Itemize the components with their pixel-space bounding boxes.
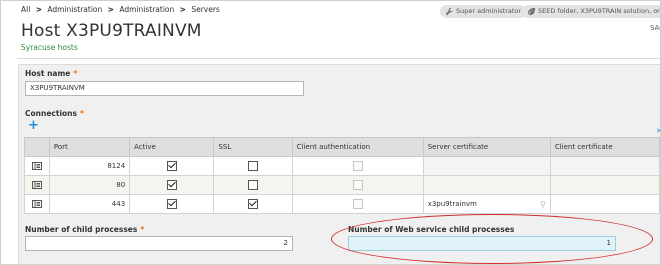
breadcrumb-administration[interactable]: Administration xyxy=(47,5,102,14)
column-header-client-authentication[interactable]: Client authentication xyxy=(291,137,424,157)
table-row[interactable]: 8124 xyxy=(24,156,660,176)
window: All > Administration > Administration > … xyxy=(0,0,661,265)
child-processes-label: Number of child processes * xyxy=(25,225,144,234)
ssl-checkbox[interactable] xyxy=(248,180,259,190)
breadcrumb-all[interactable]: All xyxy=(21,5,30,14)
server-certificate-cell xyxy=(422,175,551,195)
column-header-client-certificate[interactable]: Client certificate xyxy=(549,137,660,157)
column-header-port[interactable]: Port xyxy=(48,137,131,157)
breadcrumb-separator: > xyxy=(179,5,186,14)
corner-text: SAG xyxy=(650,24,660,32)
child-processes-label-text: Number of child processes xyxy=(25,225,138,234)
client-auth-cell[interactable] xyxy=(291,194,424,214)
host-name-input[interactable]: X3PU9TRAINVM xyxy=(25,81,304,96)
active-cell[interactable] xyxy=(129,156,215,176)
client-auth-checkbox[interactable] xyxy=(352,199,363,209)
breadcrumb-separator: > xyxy=(107,5,114,14)
highlight-ellipse xyxy=(331,214,653,264)
row-menu-cell[interactable] xyxy=(24,194,50,214)
client-certificate-cell[interactable] xyxy=(549,194,660,214)
active-cell[interactable] xyxy=(129,194,215,214)
required-icon: * xyxy=(79,109,84,118)
page-title: Host X3PU9TRAINVM xyxy=(21,21,202,41)
folder-badge-label: SEED folder, X3PU9TRAIN solution, online xyxy=(538,7,661,15)
search-icon[interactable]: ⚲ xyxy=(540,200,546,209)
table-row[interactable]: 443 x3pu9trainvm ⚲ xyxy=(24,194,660,214)
connections-label: Connections * xyxy=(25,109,84,118)
ssl-cell[interactable] xyxy=(213,156,293,176)
wrench-icon xyxy=(445,7,454,16)
leaf-icon xyxy=(527,7,536,16)
active-checkbox[interactable] xyxy=(166,199,177,209)
breadcrumb-servers[interactable]: Servers xyxy=(191,5,220,14)
active-checkbox[interactable] xyxy=(166,180,177,190)
port-cell[interactable]: 80 xyxy=(48,175,131,195)
row-menu-cell[interactable] xyxy=(24,175,50,195)
breadcrumb: All > Administration > Administration > … xyxy=(21,5,220,14)
folder-badge[interactable]: SEED folder, X3PU9TRAIN solution, online xyxy=(522,5,661,18)
port-cell[interactable]: 8124 xyxy=(48,156,131,176)
required-icon: * xyxy=(140,225,145,234)
active-checkbox[interactable] xyxy=(166,161,177,171)
row-menu-icon[interactable] xyxy=(31,162,42,170)
user-badge-label: Super administrator xyxy=(456,7,522,15)
table-row[interactable]: 80 xyxy=(24,175,660,195)
add-connection-button[interactable]: + xyxy=(28,119,39,132)
column-header-server-certificate[interactable]: Server certificate xyxy=(422,137,551,157)
row-action-icon[interactable]: ✕ xyxy=(656,127,660,135)
server-certificate-value: x3pu9trainvm xyxy=(427,200,477,208)
column-header-ssl[interactable]: SSL xyxy=(213,137,293,157)
client-auth-cell[interactable] xyxy=(291,175,424,195)
column-header-select xyxy=(24,137,50,157)
active-cell[interactable] xyxy=(129,175,215,195)
divider xyxy=(17,58,660,59)
ssl-checkbox[interactable] xyxy=(248,161,259,171)
breadcrumb-administration-2[interactable]: Administration xyxy=(119,5,174,14)
row-menu-cell[interactable] xyxy=(24,156,50,176)
column-header-active[interactable]: Active xyxy=(129,137,215,157)
client-auth-checkbox[interactable] xyxy=(352,161,363,171)
page-subtitle[interactable]: Syracuse hosts xyxy=(21,43,78,52)
row-menu-icon[interactable] xyxy=(31,200,42,208)
breadcrumb-separator: > xyxy=(35,5,42,14)
child-processes-input[interactable]: 2 xyxy=(25,236,293,251)
connections-label-text: Connections xyxy=(25,109,77,118)
server-certificate-cell[interactable]: x3pu9trainvm ⚲ xyxy=(422,194,551,214)
connections-table: Port Active SSL Client authentication Se… xyxy=(24,137,660,214)
user-badge[interactable]: Super administrator xyxy=(440,5,528,18)
client-auth-cell[interactable] xyxy=(291,156,424,176)
server-certificate-cell xyxy=(422,156,551,176)
client-auth-checkbox[interactable] xyxy=(352,180,363,190)
table-header-row: Port Active SSL Client authentication Se… xyxy=(24,137,660,157)
client-certificate-cell xyxy=(549,175,660,195)
host-name-label: Host name * xyxy=(25,69,77,78)
port-cell[interactable]: 443 xyxy=(48,194,131,214)
client-certificate-cell xyxy=(549,156,660,176)
ssl-cell[interactable] xyxy=(213,175,293,195)
host-name-label-text: Host name xyxy=(25,69,71,78)
ssl-checkbox[interactable] xyxy=(248,199,259,209)
required-icon: * xyxy=(73,69,78,78)
row-menu-icon[interactable] xyxy=(31,181,42,189)
ssl-cell[interactable] xyxy=(213,194,293,214)
